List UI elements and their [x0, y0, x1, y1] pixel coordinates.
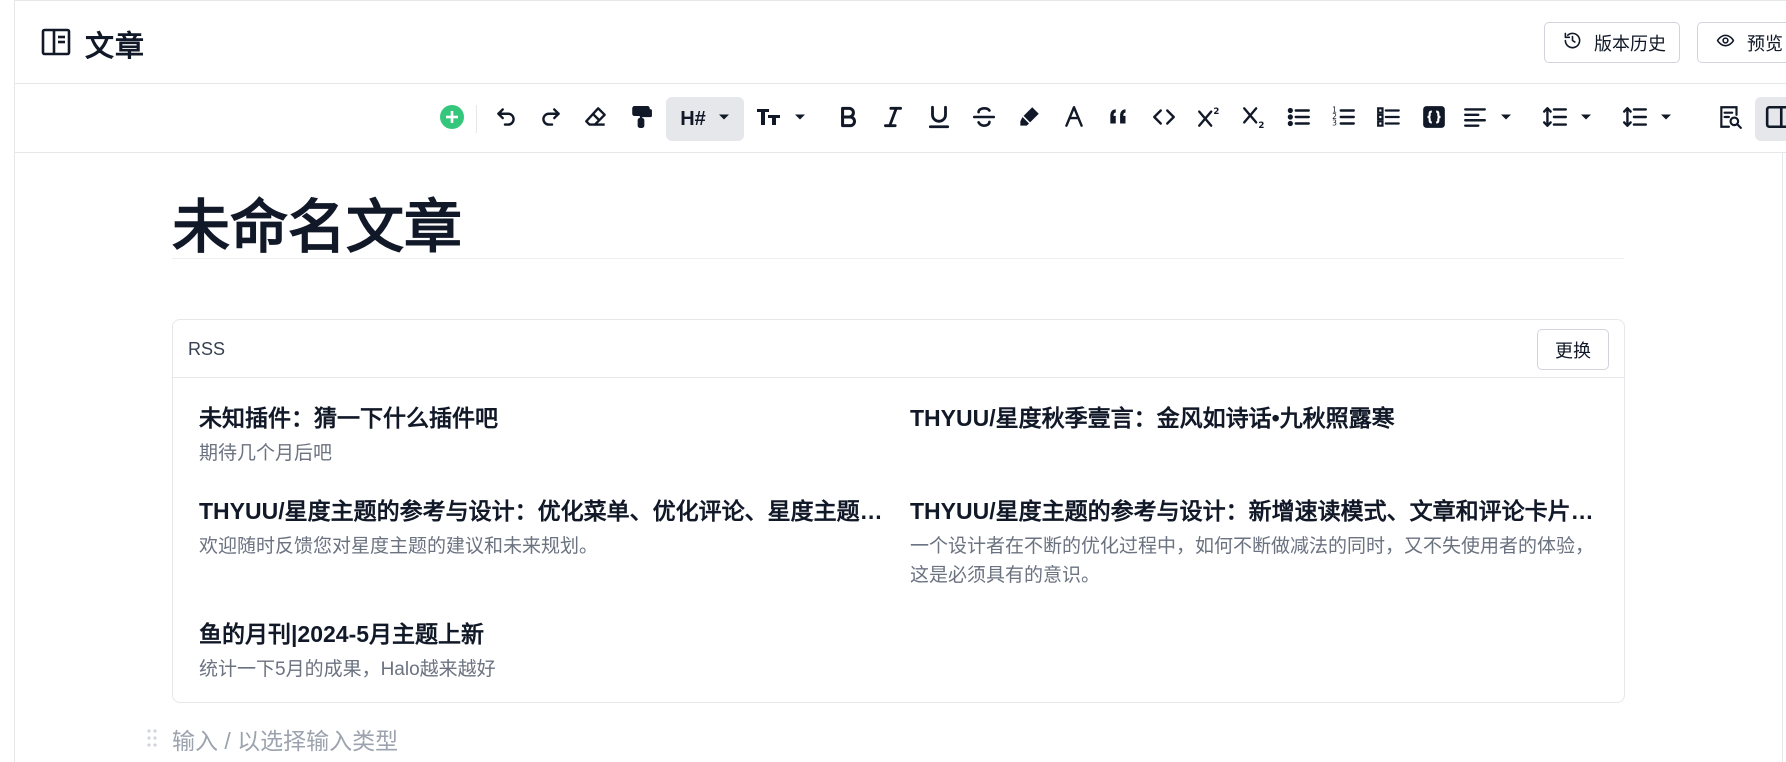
chevron-down-icon	[1568, 110, 1592, 128]
plus-circle-icon	[439, 104, 465, 135]
preview-button[interactable]: 预览	[1697, 22, 1786, 63]
code-block-icon	[1421, 104, 1447, 135]
marker-icon	[1016, 104, 1042, 135]
rss-block-header: RSS 更换	[173, 320, 1624, 378]
strikethrough-button[interactable]	[963, 97, 1005, 141]
rss-item-title[interactable]: THYUU/星度主题的参考与设计：优化菜单、优化评论、星度主题正式开源	[199, 496, 889, 526]
toolbar-divider	[476, 105, 477, 133]
rss-item[interactable]: THYUU/星度主题的参考与设计：优化菜单、优化评论、星度主题正式开源 欢迎随时…	[199, 496, 889, 561]
font-size-dropdown[interactable]	[752, 97, 810, 141]
document-search-icon	[1717, 104, 1743, 135]
editor-toolbar: H# 2 2 1 2 3	[15, 84, 1786, 153]
rss-label: RSS	[188, 339, 226, 359]
inline-code-button[interactable]	[1143, 97, 1185, 141]
heading-dropdown[interactable]: H#	[666, 97, 744, 141]
right-border	[1782, 152, 1783, 762]
clear-format-button[interactable]	[575, 97, 617, 141]
rss-item[interactable]: THYUU/星度秋季壹言：金风如诗话•九秋照露寒	[910, 403, 1600, 439]
rss-item[interactable]: 鱼的月刊|2024-5月主题上新 统计一下5月的成果，Halo越来越好	[199, 619, 889, 684]
rss-item[interactable]: 未知插件：猜一下什么插件吧 期待几个月后吧	[199, 403, 889, 468]
font-size-icon	[756, 104, 782, 135]
redo-button[interactable]	[530, 97, 572, 141]
align-dropdown[interactable]	[1458, 97, 1516, 141]
line-height-icon	[1542, 104, 1568, 135]
chevron-down-icon	[706, 110, 730, 128]
eraser-icon	[583, 104, 609, 135]
italic-icon	[880, 104, 906, 135]
search-replace-button[interactable]	[1709, 97, 1751, 141]
code-icon	[1151, 104, 1177, 135]
blockquote-button[interactable]	[1098, 97, 1140, 141]
eye-icon	[1716, 31, 1735, 55]
ordered-list-button[interactable]: 123	[1323, 97, 1365, 141]
undo-button[interactable]	[485, 97, 527, 141]
title-divider	[172, 258, 1624, 259]
rss-item[interactable]: THYUU/星度主题的参考与设计：新增速读模式、文章和评论卡片重构 一个设计者在…	[910, 496, 1600, 590]
undo-icon	[493, 104, 519, 135]
document-title[interactable]: 未命名文章	[172, 180, 462, 264]
highlight-button[interactable]	[1008, 97, 1050, 141]
heading-label: H#	[680, 107, 706, 130]
chevron-down-icon	[782, 110, 806, 128]
toggle-sidebar-button[interactable]	[1755, 97, 1786, 141]
bold-icon	[835, 104, 861, 135]
subscript-button[interactable]: 2	[1233, 97, 1275, 141]
rss-item-title[interactable]: 鱼的月刊|2024-5月主题上新	[199, 619, 889, 649]
superscript-icon: 2	[1196, 104, 1222, 135]
page-title: 文章	[85, 31, 146, 63]
bullet-list-button[interactable]	[1278, 97, 1320, 141]
svg-text:3: 3	[1332, 118, 1337, 127]
version-history-label: 版本历史	[1594, 33, 1666, 54]
editor-header: 文章 版本历史 预览	[15, 0, 1786, 84]
paint-roller-icon	[628, 104, 654, 135]
font-color-button[interactable]	[1053, 97, 1095, 141]
paragraph-spacing-icon	[1622, 104, 1648, 135]
subscript-icon: 2	[1241, 104, 1267, 135]
align-left-icon	[1462, 104, 1488, 135]
underline-icon	[926, 104, 952, 135]
svg-text:2: 2	[1213, 106, 1219, 116]
line-height-dropdown[interactable]	[1538, 97, 1596, 141]
replace-button[interactable]: 更换	[1537, 329, 1609, 370]
paragraph-spacing-dropdown[interactable]	[1618, 97, 1676, 141]
rss-item-desc: 统计一下5月的成果，Halo越来越好	[199, 659, 496, 680]
rss-block[interactable]: RSS 更换 未知插件：猜一下什么插件吧 期待几个月后吧 THYUU/星度秋季壹…	[172, 319, 1625, 703]
checklist-icon	[1376, 104, 1402, 135]
chevron-down-icon	[1648, 110, 1672, 128]
history-icon	[1563, 31, 1582, 55]
ordered-list-icon: 123	[1331, 104, 1357, 135]
add-block-button[interactable]	[431, 97, 473, 141]
rss-item-desc: 一个设计者在不断的优化过程中，如何不断做减法的同时，又不失使用者的体验，这是必须…	[910, 536, 1595, 586]
rss-item-title[interactable]: 未知插件：猜一下什么插件吧	[199, 403, 889, 433]
chevron-down-icon	[1488, 110, 1512, 128]
bullet-list-icon	[1286, 104, 1312, 135]
italic-button[interactable]	[872, 97, 914, 141]
strikethrough-icon	[971, 104, 997, 135]
version-history-button[interactable]: 版本历史	[1544, 22, 1680, 63]
svg-text:2: 2	[1258, 120, 1264, 129]
format-painter-button[interactable]	[620, 97, 662, 141]
drag-handle-icon[interactable]	[146, 728, 158, 748]
rss-item-desc: 欢迎随时反馈您对星度主题的建议和未来规划。	[199, 536, 599, 557]
task-list-button[interactable]	[1368, 97, 1410, 141]
sidebar-icon	[1765, 104, 1786, 135]
rss-item-title[interactable]: THYUU/星度秋季壹言：金风如诗话•九秋照露寒	[910, 403, 1600, 433]
redo-icon	[538, 104, 564, 135]
font-color-icon	[1061, 104, 1087, 135]
preview-label: 预览	[1747, 33, 1783, 54]
underline-button[interactable]	[918, 97, 960, 141]
bold-button[interactable]	[827, 97, 869, 141]
code-block-button[interactable]	[1413, 97, 1455, 141]
sidebar-layout-icon[interactable]	[41, 28, 71, 56]
superscript-button[interactable]: 2	[1188, 97, 1230, 141]
rss-item-desc: 期待几个月后吧	[199, 443, 333, 464]
quote-icon	[1106, 104, 1132, 135]
rss-item-title[interactable]: THYUU/星度主题的参考与设计：新增速读模式、文章和评论卡片重构	[910, 496, 1600, 526]
editor-placeholder[interactable]: 输入 / 以选择输入类型	[172, 722, 398, 756]
